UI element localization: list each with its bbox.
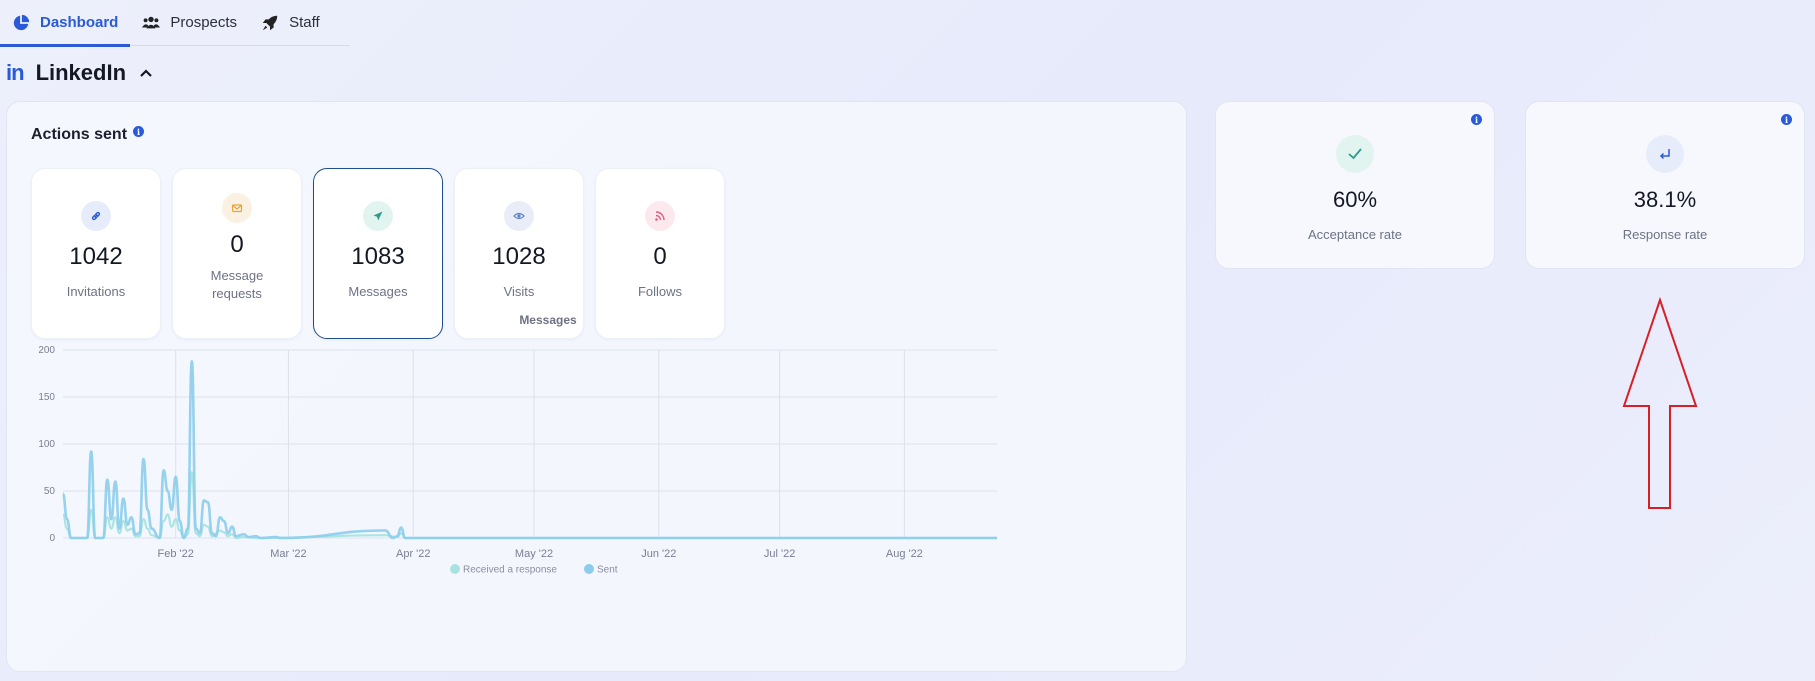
acceptance-rate-card: i 60% Acceptance rate <box>1215 101 1495 269</box>
tab-prospects[interactable]: Prospects <box>130 0 249 45</box>
rate-label: Response rate <box>1622 227 1708 242</box>
info-icon[interactable]: i <box>1781 114 1792 125</box>
legend-label: Sent <box>597 565 618 576</box>
y-tick-label: 150 <box>38 392 55 403</box>
rocket-icon <box>262 15 278 30</box>
rate-value: 60% <box>1332 187 1378 212</box>
legend-marker <box>584 564 594 574</box>
section-title: LinkedIn <box>35 60 127 85</box>
response-rate-card: i 38.1% Response rate <box>1525 101 1805 269</box>
rate-value: 38.1% <box>1633 187 1697 212</box>
users-icon <box>142 16 161 28</box>
rate-label: Acceptance rate <box>1308 227 1402 242</box>
info-icon[interactable]: i <box>1471 114 1482 125</box>
x-tick-label: Feb '22 <box>158 548 194 560</box>
tab-dashboard-label: Dashboard <box>40 14 119 31</box>
top-nav: Dashboard Prospects Staff <box>0 0 350 47</box>
y-tick-label: 200 <box>38 345 55 356</box>
messages-chart: Messages 0 50 100 150 200 Feb '22 Mar '22 Apr '2… <box>38 313 997 576</box>
tab-dashboard[interactable]: Dashboard <box>0 0 131 47</box>
tab-staff-label: Staff <box>289 14 320 31</box>
reply-arrow-icon <box>1646 135 1684 173</box>
x-tick-label: Aug '22 <box>886 548 923 560</box>
x-tick-label: Jun '22 <box>641 548 676 560</box>
check-icon <box>1336 135 1374 173</box>
pie-chart-icon <box>13 14 30 30</box>
actions-sent-card: Actions sent i 1042 Invitations 0 Messag… <box>6 101 1187 672</box>
section-header: in LinkedIn <box>6 60 154 86</box>
x-tick-label: May '22 <box>515 548 553 560</box>
tab-prospects-label: Prospects <box>170 14 238 31</box>
legend-label: Received a response <box>463 565 557 576</box>
chart-title: Messages <box>519 313 577 327</box>
tab-staff[interactable]: Staff <box>249 0 332 45</box>
x-tick-label: Jul '22 <box>764 548 795 560</box>
x-tick-label: Apr '22 <box>396 548 431 560</box>
y-tick-label: 0 <box>49 533 55 544</box>
y-tick-label: 100 <box>38 439 55 450</box>
legend-marker <box>450 564 460 574</box>
x-tick-label: Mar '22 <box>270 548 306 560</box>
series-line-sent <box>61 359 997 540</box>
chevron-up-icon[interactable] <box>138 65 154 81</box>
y-tick-label: 50 <box>44 486 56 497</box>
linkedin-icon: in <box>6 60 25 85</box>
annotation-arrow-icon <box>1622 296 1698 509</box>
